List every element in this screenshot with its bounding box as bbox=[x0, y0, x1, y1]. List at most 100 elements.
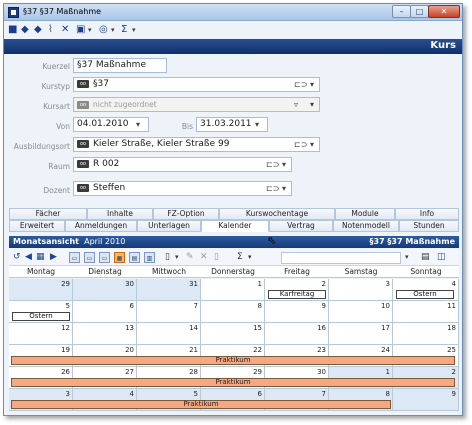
delete-entry-icon[interactable]: ✕ bbox=[200, 252, 208, 263]
chevron-down-icon[interactable]: ▾ bbox=[282, 159, 286, 170]
tab-kurswochentage[interactable]: Kurswochentage bbox=[219, 208, 335, 220]
sum-icon[interactable]: Σ bbox=[237, 252, 243, 263]
folder-icon[interactable]: ⊏⊃ bbox=[266, 183, 279, 194]
chevron-down-icon[interactable]: ▾ bbox=[175, 252, 179, 263]
day-cell[interactable]: 29 bbox=[9, 279, 73, 301]
day-cell[interactable]: 8 bbox=[201, 301, 265, 323]
week-view-icon[interactable]: ▭ bbox=[99, 252, 110, 263]
event-praktikum[interactable]: Praktikum bbox=[11, 356, 455, 365]
tab-erweitert[interactable]: Erweitert bbox=[9, 220, 65, 232]
calendar-icon[interactable]: ▦ bbox=[36, 252, 45, 263]
event-karfreitag[interactable]: Karfreitag bbox=[268, 290, 326, 299]
day-cell[interactable]: 30 bbox=[73, 279, 137, 301]
tab-inhalte[interactable]: Inhalte bbox=[87, 208, 153, 220]
event-praktikum[interactable]: Praktikum bbox=[11, 400, 391, 409]
day-cell[interactable]: 13 bbox=[73, 323, 137, 345]
day-cell[interactable]: 10 bbox=[329, 301, 393, 323]
day-cell[interactable]: 14 bbox=[137, 323, 201, 345]
chevron-down-icon[interactable]: ▾ bbox=[310, 139, 314, 150]
sum-icon[interactable]: Σ bbox=[121, 24, 127, 36]
raum-label: Raum bbox=[48, 162, 70, 171]
tab-stunden[interactable]: Stunden bbox=[399, 220, 459, 232]
tab-unterlagen[interactable]: Unterlagen bbox=[137, 220, 201, 232]
tab-vertrag[interactable]: Vertrag bbox=[269, 220, 333, 232]
day-cell[interactable]: 9 bbox=[265, 301, 329, 323]
view-label: Monatsansicht bbox=[13, 237, 79, 246]
chevron-down-icon[interactable]: ▾ bbox=[405, 252, 409, 263]
chevron-down-icon[interactable]: ▾ bbox=[248, 252, 252, 263]
tab-fz-option[interactable]: FZ-Option bbox=[153, 208, 219, 220]
event-ostern[interactable]: Ostern bbox=[12, 312, 70, 321]
prev-icon[interactable]: ◆ bbox=[21, 24, 29, 36]
dozent-field[interactable]: oo Steffen ⊏⊃ ▾ bbox=[73, 181, 292, 196]
word-icon[interactable]: ▣ bbox=[76, 24, 85, 36]
next-month-icon[interactable]: ▶ bbox=[50, 252, 57, 263]
next-icon[interactable]: ◆ bbox=[34, 24, 42, 36]
folder-icon[interactable]: ⊏⊃ bbox=[294, 139, 307, 150]
chevron-down-icon[interactable]: ▾ bbox=[282, 183, 286, 194]
chevron-down-icon[interactable]: ▾ bbox=[88, 24, 92, 36]
tab-faecher[interactable]: Fächer bbox=[9, 208, 87, 220]
day-cell[interactable]: 31 bbox=[137, 279, 201, 301]
save-icon[interactable]: ■ bbox=[8, 24, 17, 36]
kursart-field[interactable]: oo nicht zugeordnet ▿ ▾ bbox=[73, 97, 320, 112]
day-cell[interactable]: 6 bbox=[73, 301, 137, 323]
tab-anmeldungen[interactable]: Anmeldungen bbox=[65, 220, 137, 232]
ausbildungsort-field[interactable]: oo Kieler Straße, Kieler Straße 99 ⊏⊃ ▾ bbox=[73, 137, 320, 152]
day-number: 26 bbox=[61, 368, 70, 376]
tab-module[interactable]: Module bbox=[335, 208, 395, 220]
event-ostern[interactable]: Ostern bbox=[396, 290, 454, 299]
list-view-icon[interactable]: ▥ bbox=[144, 252, 155, 263]
day-number: 20 bbox=[125, 346, 134, 354]
day-cell[interactable]: 1 bbox=[201, 279, 265, 301]
edit-icon[interactable]: ✎ bbox=[186, 252, 194, 263]
bis-date-field[interactable]: 31.03.2011 ▾ bbox=[196, 117, 268, 132]
chevron-down-icon[interactable]: ▾ bbox=[310, 79, 314, 90]
refresh-icon[interactable]: ↺ bbox=[13, 252, 21, 263]
day-cell[interactable]: 11 bbox=[393, 301, 459, 323]
chevron-down-icon[interactable]: ▾ bbox=[132, 24, 136, 36]
day-cell[interactable]: 7 bbox=[137, 301, 201, 323]
chevron-down-icon[interactable]: ▾ bbox=[136, 119, 140, 130]
von-date-field[interactable]: 04.01.2010 ▾ bbox=[73, 117, 149, 132]
delete-icon[interactable]: ✕ bbox=[61, 24, 69, 36]
day-cell[interactable]: 3 bbox=[329, 279, 393, 301]
attach-icon[interactable]: ⌇ bbox=[48, 24, 53, 36]
tab-info[interactable]: Info bbox=[395, 208, 459, 220]
day-cell[interactable]: 15 bbox=[201, 323, 265, 345]
raum-field[interactable]: oo R 002 ⊏⊃ ▾ bbox=[73, 157, 292, 172]
calendar-filter-combo[interactable] bbox=[281, 252, 401, 264]
minimize-button[interactable]: – bbox=[392, 5, 411, 18]
kuerzel-field[interactable]: §37 Maßnahme bbox=[73, 58, 167, 73]
chevron-down-icon[interactable]: ▾ bbox=[310, 99, 314, 110]
day-number: 30 bbox=[125, 280, 134, 288]
day-cell[interactable]: 18 bbox=[393, 323, 459, 345]
chevron-down-icon[interactable]: ▾ bbox=[255, 119, 259, 130]
copy-icon[interactable]: ▯ bbox=[214, 252, 219, 263]
folder-icon[interactable]: ⊏⊃ bbox=[294, 79, 307, 90]
day-cell[interactable]: 17 bbox=[329, 323, 393, 345]
timeline-view-icon[interactable]: ▤ bbox=[129, 252, 140, 263]
kurstyp-field[interactable]: oo §37 ⊏⊃ ▾ bbox=[73, 77, 320, 92]
prev-month-icon[interactable]: ◀ bbox=[25, 252, 32, 263]
bis-value: 31.03.2011 bbox=[200, 119, 252, 129]
day-view-icon[interactable]: ▭ bbox=[69, 252, 80, 263]
day-number: 2 bbox=[321, 280, 326, 288]
print-icon[interactable]: ▤ bbox=[421, 252, 430, 263]
chevron-down-icon[interactable]: ▾ bbox=[111, 24, 115, 36]
filter-icon[interactable]: ▿ bbox=[294, 99, 298, 110]
layout-icon[interactable]: ◫ bbox=[437, 252, 446, 263]
month-view-icon[interactable]: ▦ bbox=[114, 252, 125, 263]
info-icon[interactable]: ◎ bbox=[99, 24, 108, 36]
day-cell[interactable]: 12 bbox=[9, 323, 73, 345]
day-cell[interactable]: 9 bbox=[393, 389, 459, 411]
close-button[interactable]: ✕ bbox=[428, 5, 460, 18]
workweek-view-icon[interactable]: ▭ bbox=[84, 252, 95, 263]
day-cell[interactable]: 16 bbox=[265, 323, 329, 345]
tab-kalender[interactable]: Kalender bbox=[201, 220, 269, 232]
tab-notenmodell[interactable]: Notenmodell bbox=[333, 220, 399, 232]
maximize-button[interactable]: □ bbox=[410, 5, 429, 18]
new-entry-icon[interactable]: ▯ bbox=[165, 252, 170, 263]
event-praktikum[interactable]: Praktikum bbox=[11, 378, 455, 387]
folder-icon[interactable]: ⊏⊃ bbox=[266, 159, 279, 170]
